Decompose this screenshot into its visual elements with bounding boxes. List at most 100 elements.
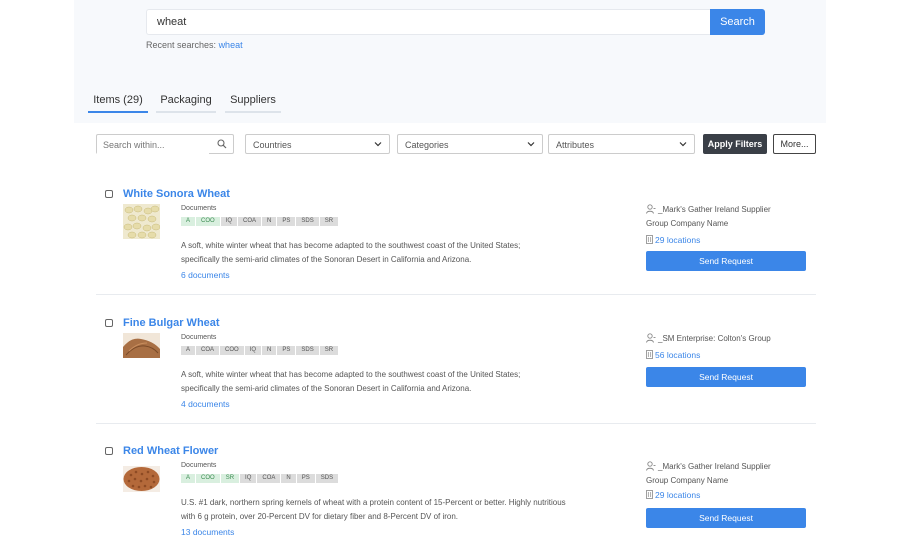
send-request-button[interactable]: Send Request — [646, 508, 806, 528]
documents-label: Documents — [181, 462, 217, 469]
document-badges: A COA COO IQ N PS SDS SR — [181, 346, 339, 355]
doc-badge: IQ — [240, 474, 257, 483]
supplier-info: _Mark's Gather Ireland Supplier Group Co… — [646, 203, 816, 231]
categories-dropdown-label: Categories — [405, 140, 449, 150]
tab-suppliers[interactable]: Suppliers — [225, 94, 281, 113]
item-description-line: specifically the semi-arid climates of t… — [181, 255, 472, 264]
doc-badge: COO — [196, 217, 220, 226]
doc-badge: SDS — [315, 474, 339, 483]
supplier-name-line2: Group Company Name — [646, 476, 729, 485]
supplier-info: _Mark's Gather Ireland Supplier Group Co… — [646, 460, 816, 488]
building-icon — [646, 490, 653, 499]
doc-badge: SR — [220, 474, 240, 483]
doc-badge: A — [181, 217, 196, 226]
send-request-button[interactable]: Send Request — [646, 251, 806, 271]
locations-count: 56 locations — [655, 350, 701, 360]
documents-link[interactable]: 6 documents — [181, 270, 230, 280]
document-badges: A COO SR IQ COA N PS SDS — [181, 474, 339, 483]
item-description: A soft, white winter wheat that has beco… — [181, 368, 601, 396]
locations-link[interactable]: 29 locations — [646, 490, 700, 500]
item-checkbox[interactable] — [105, 319, 113, 327]
item-description-line: U.S. #1 dark, northern spring kernels of… — [181, 498, 566, 507]
item-checkbox[interactable] — [105, 447, 113, 455]
tab-items[interactable]: Items (29) — [88, 94, 148, 113]
doc-badge: A — [181, 474, 196, 483]
search-within-input[interactable] — [97, 136, 209, 154]
search-within[interactable] — [96, 134, 234, 154]
list-item: Red Wheat Flower Documents A COO SR IQ C… — [96, 442, 816, 550]
locations-link[interactable]: 29 locations — [646, 235, 700, 245]
documents-link[interactable]: 13 documents — [181, 527, 234, 537]
locations-link[interactable]: 56 locations — [646, 350, 700, 360]
doc-badge: SR — [319, 346, 339, 355]
item-divider — [96, 294, 816, 295]
item-checkbox[interactable] — [105, 190, 113, 198]
item-title[interactable]: Red Wheat Flower — [123, 445, 218, 457]
item-description: A soft, white winter wheat that has beco… — [181, 239, 601, 267]
more-filters-button[interactable]: More... — [773, 134, 816, 154]
product-image — [123, 466, 160, 492]
supplier-name[interactable]: _SM Enterprise: Colton's Group — [658, 334, 771, 343]
send-request-button[interactable]: Send Request — [646, 367, 806, 387]
user-icon — [646, 204, 656, 214]
item-title[interactable]: Fine Bulgar Wheat — [123, 317, 220, 329]
item-divider — [96, 423, 816, 424]
user-icon — [646, 333, 656, 343]
tab-packaging[interactable]: Packaging — [156, 94, 216, 113]
supplier-name[interactable]: _Mark's Gather Ireland Supplier — [658, 205, 771, 214]
doc-badge: N — [262, 217, 277, 226]
doc-badge: SDS — [296, 217, 319, 226]
documents-link[interactable]: 4 documents — [181, 399, 230, 409]
countries-dropdown[interactable]: Countries — [245, 134, 390, 154]
item-title[interactable]: White Sonora Wheat — [123, 188, 230, 200]
attributes-dropdown-label: Attributes — [556, 140, 595, 150]
item-description-line: A soft, white winter wheat that has beco… — [181, 241, 521, 250]
doc-badge: COA — [238, 217, 262, 226]
product-image — [123, 333, 160, 358]
building-icon — [646, 350, 653, 359]
doc-badge: SR — [319, 217, 339, 226]
doc-badge: SDS — [296, 346, 319, 355]
document-badges: A COO IQ COA N PS SDS SR — [181, 217, 339, 226]
building-icon — [646, 235, 653, 244]
product-image — [123, 204, 160, 239]
doc-badge: A — [181, 346, 196, 355]
search-button[interactable]: Search — [710, 9, 765, 35]
doc-badge: IQ — [220, 217, 238, 226]
locations-count: 29 locations — [655, 490, 701, 500]
doc-badge: PS — [277, 217, 296, 226]
attributes-dropdown[interactable]: Attributes — [548, 134, 695, 154]
doc-badge: COO — [220, 346, 244, 355]
item-description-line: with 6 g protein, over 20-Percent DV for… — [181, 512, 459, 521]
search-input[interactable] — [146, 9, 710, 35]
recent-search-link[interactable]: wheat — [219, 40, 243, 50]
doc-badge: N — [262, 346, 277, 355]
list-item: Fine Bulgar Wheat Documents A COA COO IQ… — [96, 314, 816, 424]
recent-searches: Recent searches: wheat — [146, 40, 243, 50]
chevron-down-icon — [527, 142, 535, 147]
categories-dropdown[interactable]: Categories — [397, 134, 543, 154]
item-description-line: specifically the semi-arid climates of t… — [181, 384, 472, 393]
countries-dropdown-label: Countries — [253, 140, 292, 150]
supplier-info: _SM Enterprise: Colton's Group — [646, 332, 816, 346]
list-item: White Sonora Wheat Documents A COO IQ CO… — [96, 185, 816, 295]
doc-badge: N — [281, 474, 296, 483]
supplier-name-line2: Group Company Name — [646, 219, 729, 228]
doc-badge: PS — [296, 474, 315, 483]
supplier-name[interactable]: _Mark's Gather Ireland Supplier — [658, 462, 771, 471]
item-description-line: A soft, white winter wheat that has beco… — [181, 370, 521, 379]
recent-searches-label: Recent searches: — [146, 40, 217, 50]
doc-badge: PS — [277, 346, 296, 355]
doc-badge: COA — [257, 474, 281, 483]
doc-badge: COA — [196, 346, 220, 355]
chevron-down-icon — [374, 142, 382, 147]
doc-badge: IQ — [244, 346, 262, 355]
documents-label: Documents — [181, 334, 217, 341]
magnifier-icon — [217, 139, 227, 149]
doc-badge: COO — [196, 474, 220, 483]
locations-count: 29 locations — [655, 235, 701, 245]
item-description: U.S. #1 dark, northern spring kernels of… — [181, 496, 626, 524]
apply-filters-button[interactable]: Apply Filters — [703, 134, 767, 154]
documents-label: Documents — [181, 205, 217, 212]
user-icon — [646, 461, 656, 471]
